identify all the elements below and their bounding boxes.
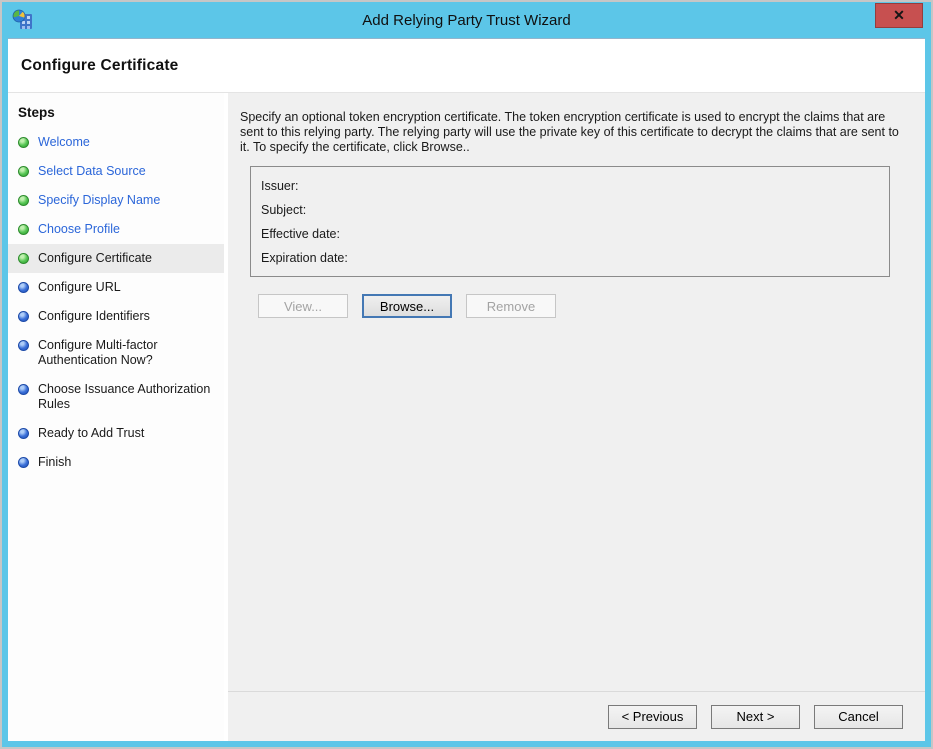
effective-date-label: Effective date:	[261, 222, 340, 246]
step-done-icon	[18, 137, 29, 148]
sidebar-item-choose-profile[interactable]: Choose Profile	[8, 215, 224, 244]
title-bar[interactable]: Add Relying Party Trust Wizard ✕	[8, 2, 925, 38]
sidebar-item-finish: Finish	[8, 448, 224, 477]
step-pending-icon	[18, 282, 29, 293]
close-button[interactable]: ✕	[875, 3, 923, 28]
browse-button[interactable]: Browse...	[362, 294, 452, 318]
step-done-icon	[18, 195, 29, 206]
sidebar-item-specify-display-name[interactable]: Specify Display Name	[8, 186, 224, 215]
step-pending-icon	[18, 384, 29, 395]
page-title: Configure Certificate	[21, 57, 179, 75]
step-label: Welcome	[38, 135, 90, 150]
sidebar-item-ready-to-add-trust: Ready to Add Trust	[8, 419, 224, 448]
step-label: Finish	[38, 455, 71, 470]
page-header: Configure Certificate	[8, 39, 925, 93]
step-label: Configure Multi-factor Authentication No…	[38, 338, 220, 368]
sidebar-item-choose-issuance-rules: Choose Issuance Authorization Rules	[8, 375, 224, 419]
close-icon: ✕	[893, 7, 905, 24]
step-pending-icon	[18, 340, 29, 351]
remove-button: Remove	[466, 294, 556, 318]
sidebar-item-select-data-source[interactable]: Select Data Source	[8, 157, 224, 186]
step-current-icon	[18, 253, 29, 264]
expiration-date-label: Expiration date:	[261, 246, 348, 270]
step-label: Configure Identifiers	[38, 309, 150, 324]
sidebar-item-configure-identifiers: Configure Identifiers	[8, 302, 224, 331]
steps-heading: Steps	[8, 99, 224, 128]
subject-label: Subject:	[261, 198, 306, 222]
step-done-icon	[18, 224, 29, 235]
sidebar-item-configure-url: Configure URL	[8, 273, 224, 302]
certificate-actions: View... Browse... Remove	[258, 294, 925, 318]
main-panel: Specify an optional token encryption cer…	[228, 93, 925, 741]
issuer-label: Issuer:	[261, 174, 299, 198]
steps-sidebar: Steps Welcome Select Data Source Specify…	[8, 93, 224, 741]
cancel-button[interactable]: Cancel	[814, 705, 903, 729]
window-title: Add Relying Party Trust Wizard	[8, 12, 925, 29]
certificate-info-box: Issuer: Subject: Effective date: Ex	[250, 166, 890, 277]
wizard-window: Add Relying Party Trust Wizard ✕ Configu…	[2, 2, 931, 747]
wizard-content: Configure Certificate Steps Welcome Sele…	[8, 38, 925, 741]
step-label: Configure URL	[38, 280, 121, 295]
window-frame: Add Relying Party Trust Wizard ✕ Configu…	[0, 0, 933, 749]
step-label: Select Data Source	[38, 164, 146, 179]
step-pending-icon	[18, 311, 29, 322]
sidebar-item-configure-certificate: Configure Certificate	[8, 244, 224, 273]
step-label: Choose Profile	[38, 222, 120, 237]
previous-button[interactable]: < Previous	[608, 705, 697, 729]
step-pending-icon	[18, 428, 29, 439]
next-button[interactable]: Next >	[711, 705, 800, 729]
page-description: Specify an optional token encryption cer…	[240, 110, 902, 155]
step-label: Choose Issuance Authorization Rules	[38, 382, 220, 412]
wizard-footer: < Previous Next > Cancel	[228, 691, 925, 741]
sidebar-item-welcome[interactable]: Welcome	[8, 128, 224, 157]
step-label: Specify Display Name	[38, 193, 160, 208]
step-label: Ready to Add Trust	[38, 426, 144, 441]
view-button: View...	[258, 294, 348, 318]
step-done-icon	[18, 166, 29, 177]
sidebar-item-configure-mfa: Configure Multi-factor Authentication No…	[8, 331, 224, 375]
step-label: Configure Certificate	[38, 251, 152, 266]
step-pending-icon	[18, 457, 29, 468]
